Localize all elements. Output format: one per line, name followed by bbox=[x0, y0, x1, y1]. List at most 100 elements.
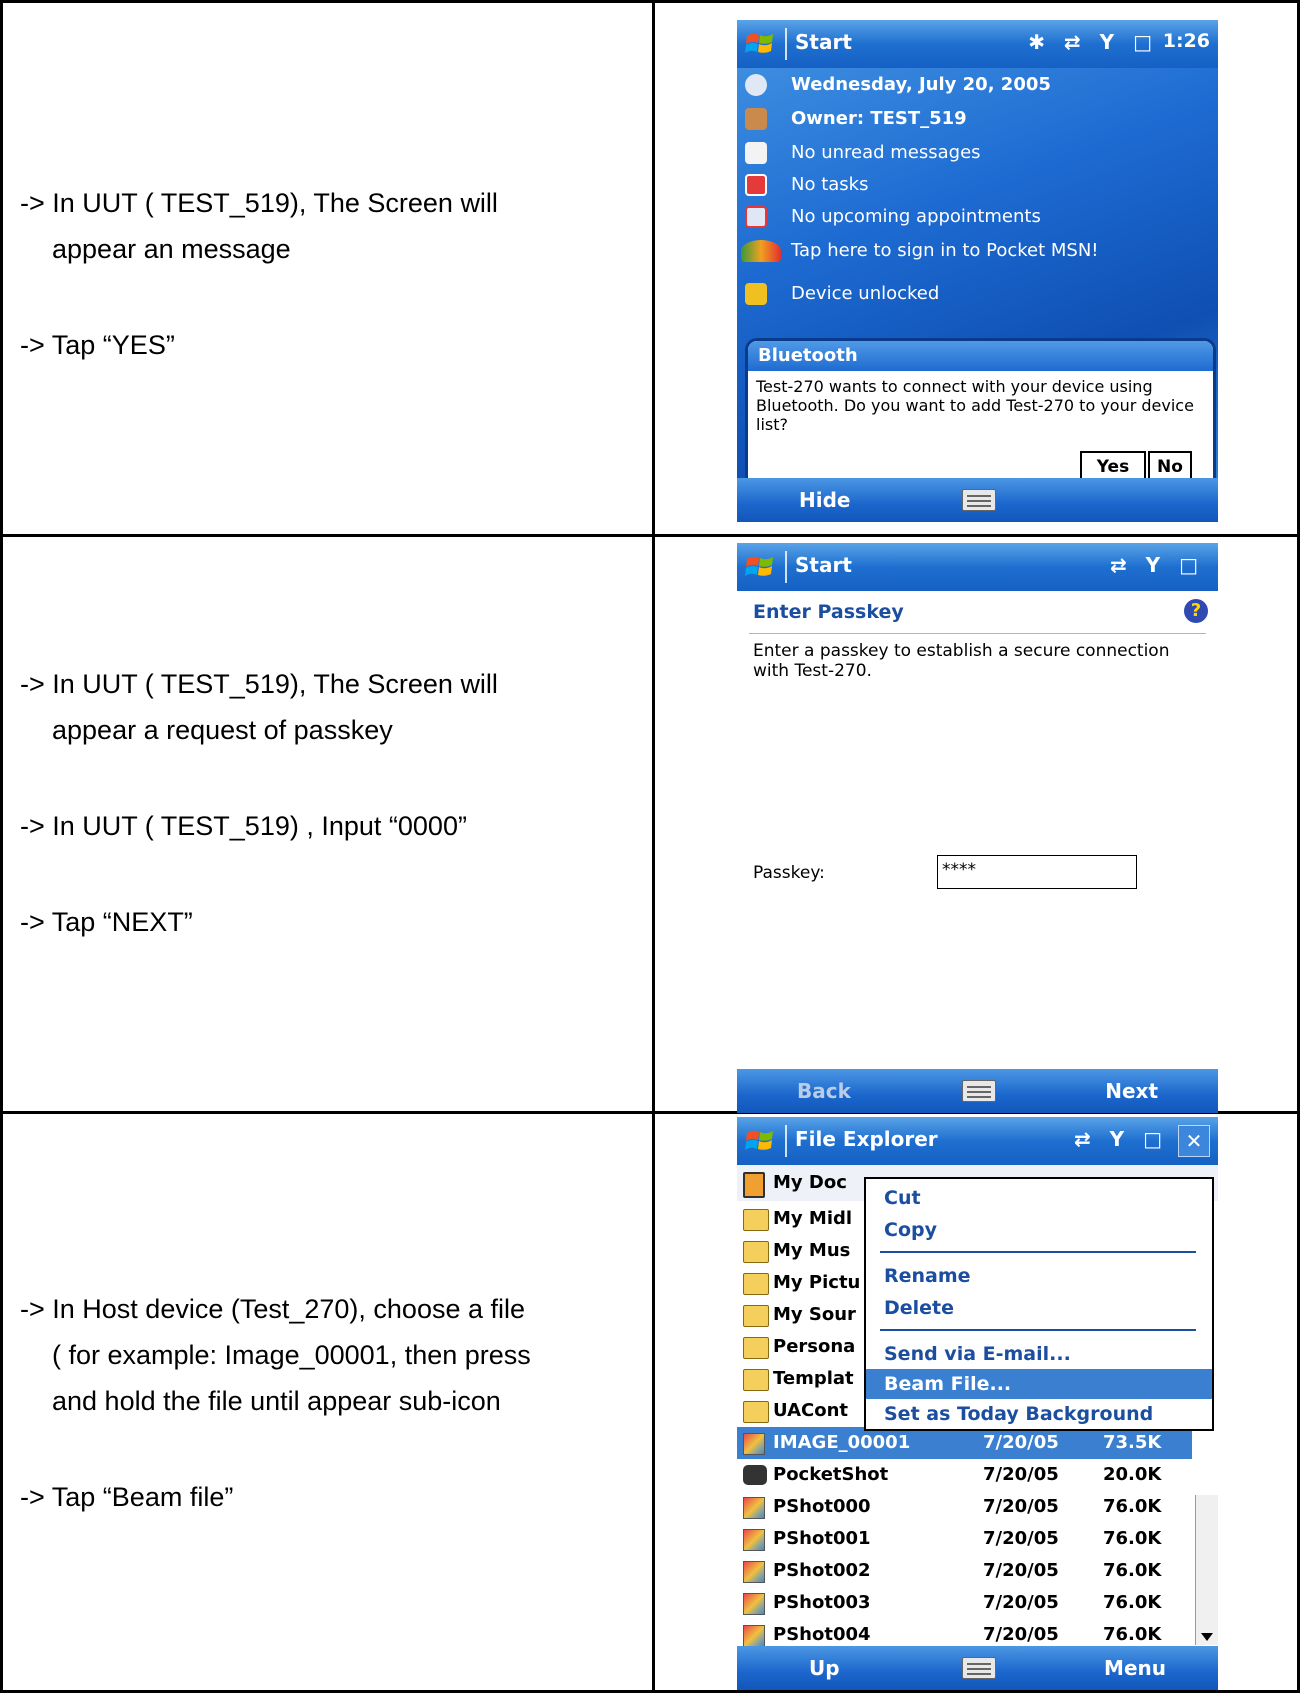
status-icons[interactable]: ⇄ Y □ bbox=[1110, 553, 1204, 577]
windows-start-icon[interactable] bbox=[745, 1127, 775, 1155]
file-date: 7/20/05 bbox=[983, 1624, 1059, 1645]
file-date: 7/20/05 bbox=[983, 1528, 1059, 1549]
instruction-line: -> In UUT ( TEST_519) , Input “0000” bbox=[20, 811, 467, 841]
scroll-down-icon[interactable] bbox=[1201, 1633, 1213, 1641]
list-item[interactable]: PShot003 7/20/05 76.0K bbox=[737, 1587, 1192, 1619]
passkey-input[interactable]: **** bbox=[937, 855, 1137, 889]
title-bar: Start ✱ ⇄ Y □ 1:26 bbox=[737, 20, 1218, 68]
folder-icon bbox=[743, 1241, 769, 1263]
app-title[interactable]: File Explorer bbox=[795, 1127, 938, 1151]
start-title[interactable]: Start bbox=[795, 553, 852, 577]
file-date: 7/20/05 bbox=[983, 1560, 1059, 1581]
back-softkey[interactable]: Back bbox=[797, 1079, 851, 1103]
file-size: 73.5K bbox=[1103, 1432, 1162, 1453]
folder-name: My Midl bbox=[773, 1208, 853, 1229]
start-title[interactable]: Start bbox=[795, 30, 852, 54]
menu-item-beam-file[interactable]: Beam File... bbox=[866, 1369, 1212, 1399]
image-file-icon bbox=[743, 1433, 765, 1455]
today-screen: Wednesday, July 20, 2005 Owner: TEST_519… bbox=[737, 68, 1218, 504]
folder-icon bbox=[743, 1369, 769, 1391]
close-icon[interactable]: ✕ bbox=[1178, 1125, 1210, 1157]
list-item[interactable]: PocketShot 7/20/05 20.0K bbox=[737, 1459, 1192, 1491]
keyboard-icon[interactable] bbox=[961, 1657, 996, 1679]
title-separator bbox=[785, 551, 787, 583]
file-size: 76.0K bbox=[1103, 1528, 1162, 1549]
folder-name: Templat bbox=[773, 1368, 854, 1389]
windows-start-icon[interactable] bbox=[745, 30, 775, 58]
folder-name: My Pictu bbox=[773, 1272, 861, 1293]
today-item-label: Wednesday, July 20, 2005 bbox=[791, 74, 1051, 95]
today-item-appointments[interactable]: No upcoming appointments bbox=[737, 202, 1218, 234]
file-name: PShot000 bbox=[773, 1496, 871, 1517]
soft-key-bar: Hide bbox=[737, 478, 1218, 522]
instruction-cell-1: -> In UUT ( TEST_519), The Screen will a… bbox=[20, 180, 640, 368]
today-item-messages[interactable]: No unread messages bbox=[737, 138, 1218, 170]
divider bbox=[749, 633, 1206, 634]
table-border-top bbox=[0, 0, 1300, 3]
menu-softkey[interactable]: Menu bbox=[1104, 1656, 1166, 1680]
folder-icon bbox=[743, 1337, 769, 1359]
keyboard-icon[interactable] bbox=[961, 1080, 996, 1102]
menu-separator bbox=[880, 1329, 1196, 1331]
instruction-line: ( for example: Image_00001, then press bbox=[52, 1340, 531, 1370]
calendar-icon bbox=[745, 206, 767, 228]
image-file-icon bbox=[743, 1561, 765, 1583]
status-icons[interactable]: ✱ ⇄ Y □ bbox=[1028, 30, 1158, 54]
mail-icon bbox=[745, 142, 767, 164]
list-item[interactable]: PShot002 7/20/05 76.0K bbox=[737, 1555, 1192, 1587]
windows-start-icon[interactable] bbox=[745, 553, 775, 581]
document-page: -> In UUT ( TEST_519), The Screen will a… bbox=[0, 0, 1300, 1693]
menu-item-copy[interactable]: Copy bbox=[866, 1215, 1212, 1245]
file-name: PocketShot bbox=[773, 1464, 889, 1485]
menu-item-cut[interactable]: Cut bbox=[866, 1183, 1212, 1213]
up-softkey[interactable]: Up bbox=[809, 1656, 840, 1680]
instruction-line: -> Tap “NEXT” bbox=[20, 907, 193, 937]
menu-item-rename[interactable]: Rename bbox=[866, 1261, 1212, 1291]
dialog-title: Bluetooth bbox=[748, 341, 1213, 371]
today-item-lock[interactable]: Device unlocked bbox=[737, 279, 1218, 311]
folder-icon bbox=[743, 1209, 769, 1231]
clock[interactable]: 1:26 bbox=[1163, 30, 1210, 52]
scrollbar[interactable] bbox=[1195, 1495, 1218, 1645]
today-item-msn[interactable]: Tap here to sign in to Pocket MSN! bbox=[737, 236, 1218, 268]
my-documents-icon bbox=[743, 1172, 765, 1198]
lock-icon bbox=[745, 283, 767, 305]
today-item-tasks[interactable]: No tasks bbox=[737, 170, 1218, 202]
folder-name: My Sour bbox=[773, 1304, 856, 1325]
hide-softkey[interactable]: Hide bbox=[799, 488, 850, 512]
list-item[interactable]: PShot000 7/20/05 76.0K bbox=[737, 1491, 1192, 1523]
help-icon[interactable]: ? bbox=[1184, 599, 1208, 623]
today-item-date[interactable]: Wednesday, July 20, 2005 bbox=[737, 70, 1218, 102]
instruction-cell-2: -> In UUT ( TEST_519), The Screen will a… bbox=[20, 661, 640, 945]
list-item-selected[interactable]: IMAGE_00001 7/20/05 73.5K bbox=[737, 1427, 1192, 1459]
file-size: 76.0K bbox=[1103, 1624, 1162, 1645]
file-size: 76.0K bbox=[1103, 1592, 1162, 1613]
next-softkey[interactable]: Next bbox=[1105, 1079, 1158, 1103]
passkey-screen: Enter Passkey ? Enter a passkey to estab… bbox=[737, 591, 1218, 1034]
file-date: 7/20/05 bbox=[983, 1464, 1059, 1485]
keyboard-icon[interactable] bbox=[961, 489, 996, 511]
instruction-line: appear a request of passkey bbox=[52, 715, 393, 745]
table-border-row1 bbox=[0, 534, 1300, 537]
instruction-cell-3: -> In Host device (Test_270), choose a f… bbox=[20, 1286, 640, 1520]
file-name: PShot001 bbox=[773, 1528, 871, 1549]
image-file-icon bbox=[743, 1593, 765, 1615]
list-item[interactable]: PShot001 7/20/05 76.0K bbox=[737, 1523, 1192, 1555]
page-title: Enter Passkey bbox=[753, 601, 904, 623]
screenshot-passkey: Start ⇄ Y □ Enter Passkey ? Enter a pass… bbox=[737, 543, 1218, 1113]
screenshot-file-explorer: File Explorer ⇄ Y □ ✕ My Doc My Midl My … bbox=[737, 1117, 1218, 1690]
instruction-line: -> In Host device (Test_270), choose a f… bbox=[20, 1294, 526, 1324]
menu-item-set-background[interactable]: Set as Today Background bbox=[866, 1399, 1212, 1429]
menu-item-send-email[interactable]: Send via E-mail... bbox=[866, 1339, 1212, 1369]
instruction-line: appear an message bbox=[52, 234, 291, 264]
folder-icon bbox=[743, 1305, 769, 1327]
image-file-icon bbox=[743, 1497, 765, 1519]
menu-item-delete[interactable]: Delete bbox=[866, 1293, 1212, 1323]
soft-key-bar: Up Menu bbox=[737, 1646, 1218, 1690]
camera-icon bbox=[743, 1465, 767, 1485]
title-separator bbox=[785, 1125, 787, 1157]
passkey-label: Passkey: bbox=[753, 863, 825, 883]
status-icons[interactable]: ⇄ Y □ bbox=[1074, 1127, 1168, 1151]
today-item-owner[interactable]: Owner: TEST_519 bbox=[737, 104, 1218, 136]
location-label: My Doc bbox=[773, 1172, 847, 1193]
